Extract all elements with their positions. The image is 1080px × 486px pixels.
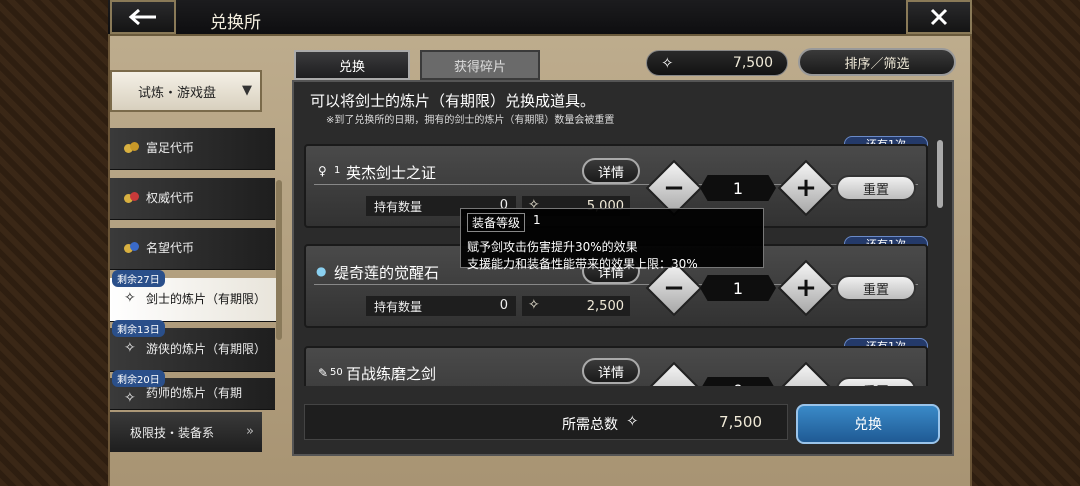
reset-button[interactable]: 重置: [836, 175, 916, 201]
description-text: 可以将剑士的炼片（有期限）兑换成道具。: [310, 92, 596, 110]
quantity-value: 1: [700, 175, 776, 201]
shard-icon: ✧: [528, 297, 540, 313]
sidebar-item-fame-token[interactable]: 名望代币: [110, 228, 275, 270]
plus-icon: +: [795, 273, 817, 303]
accessory-icon: ♀: [318, 164, 327, 178]
status-badge: 剩余20日: [112, 370, 165, 387]
sidebar-item-rich-token[interactable]: 富足代币: [110, 128, 275, 170]
item-name: 缇奇莲的觉醒石: [334, 264, 440, 282]
category-dropdown[interactable]: 试炼・游戏盘 ▼: [110, 70, 262, 112]
item-name: 百战练磨之剑: [346, 365, 437, 383]
total-value: 7,500: [719, 413, 762, 431]
status-badge: 剩余27日: [112, 270, 165, 287]
exchange-button[interactable]: 兑换: [796, 404, 940, 444]
reset-button[interactable]: 重置: [836, 275, 916, 301]
category-limit-break[interactable]: 极限技・装备系 »: [110, 412, 262, 452]
cost-display: ✧ 2,500: [522, 296, 630, 316]
background-right: [970, 0, 1080, 486]
sidebar-item-authority-token[interactable]: 权威代币: [110, 178, 275, 220]
sparkle-icon: ✧: [124, 390, 136, 406]
tooltip-value: 1: [533, 213, 541, 227]
sparkle-icon: ✧: [124, 290, 136, 306]
owned-label: 持有数量: [374, 299, 423, 314]
owned-label: 持有数量: [374, 199, 423, 214]
detail-button[interactable]: 详情: [582, 358, 640, 384]
sidebar-item-label: 权威代币: [146, 191, 195, 205]
currency-amount: 7,500: [732, 55, 773, 71]
description-note: ※到了兑换所的日期，拥有的剑士的炼片（有期限）数量会被重置: [326, 115, 615, 126]
chevron-down-icon: ▼: [242, 83, 252, 98]
shard-icon: ✧: [626, 412, 639, 430]
minus-icon: −: [663, 273, 685, 303]
detail-button[interactable]: 详情: [582, 158, 640, 184]
sort-filter-button[interactable]: 排序／筛选: [798, 48, 956, 76]
coin-icon: [124, 192, 140, 204]
item-level: 1: [334, 165, 341, 176]
sidebar-item-label: 游侠的炼片（有期限）: [146, 342, 267, 356]
close-icon: [930, 8, 948, 26]
sidebar-item-label: 名望代币: [146, 241, 195, 255]
cost-value: 2,500: [586, 298, 624, 314]
gem-icon: ●: [316, 264, 327, 278]
quantity-value: 1: [700, 275, 776, 301]
quantity-value: 0: [700, 377, 776, 386]
page-title: 兑换所: [210, 13, 261, 33]
sidebar-item-swordsman-shard[interactable]: 剩余27日 ✧ 剑士的炼片（有期限）: [110, 270, 280, 322]
category-label: 极限技・装备系: [130, 425, 215, 440]
background-left: [0, 0, 110, 486]
owned-count: 持有数量 0: [366, 296, 516, 316]
owned-value: 0: [499, 298, 508, 313]
coin-icon: [124, 142, 140, 154]
category-label: 试炼・游戏盘: [138, 85, 217, 101]
tooltip-label: 装备等级: [467, 213, 526, 232]
coin-icon: [124, 242, 140, 254]
tab-get-shards[interactable]: 获得碎片: [420, 50, 540, 80]
arrow-left-icon: [128, 8, 156, 26]
chevron-right-icon: »: [246, 424, 254, 439]
sidebar-scrollbar[interactable]: [276, 180, 282, 340]
plus-icon: +: [795, 173, 817, 203]
sidebar-item-label: 药师的炼片（有期: [146, 386, 243, 400]
list-scrollbar[interactable]: [937, 140, 943, 208]
close-button[interactable]: [906, 0, 972, 34]
sidebar-item-label: 剑士的炼片（有期限）: [146, 292, 267, 306]
sidebar-item-pharmacist-shard[interactable]: 剩余20日 ✧ 药师的炼片（有期: [110, 370, 275, 410]
sidebar: 试炼・游戏盘 ▼ 富足代币 权威代币 名望代币 剩余27日 ✧ 剑士的炼片（有期…: [108, 36, 288, 486]
tooltip-line: 赋予剑攻击伤害提升30%的效果: [467, 240, 638, 254]
currency-display: ✧ 7,500: [646, 50, 788, 76]
item-level: 50: [330, 367, 343, 378]
equipment-tooltip: 装备等级 1 赋予剑攻击伤害提升30%的效果 支援能力和装备性能带来的效果上限：…: [460, 208, 764, 271]
item-name: 英杰剑士之证: [346, 164, 437, 182]
shard-icon: ✧: [661, 54, 674, 72]
total-label: 所需总数: [562, 417, 618, 433]
sidebar-item-label: 富足代币: [146, 141, 195, 155]
tooltip-line: 支援能力和装备性能带来的效果上限：30%: [467, 257, 698, 271]
status-badge: 剩余13日: [112, 320, 165, 337]
minus-icon: −: [663, 173, 685, 203]
reset-button[interactable]: 重置: [836, 377, 916, 386]
tab-exchange[interactable]: 兑换: [294, 50, 410, 80]
sparkle-icon: ✧: [124, 340, 136, 356]
sidebar-item-ranger-shard[interactable]: 剩余13日 ✧ 游侠的炼片（有期限）: [110, 320, 275, 372]
back-button[interactable]: [110, 0, 176, 34]
sword-icon: ✎: [318, 366, 329, 380]
